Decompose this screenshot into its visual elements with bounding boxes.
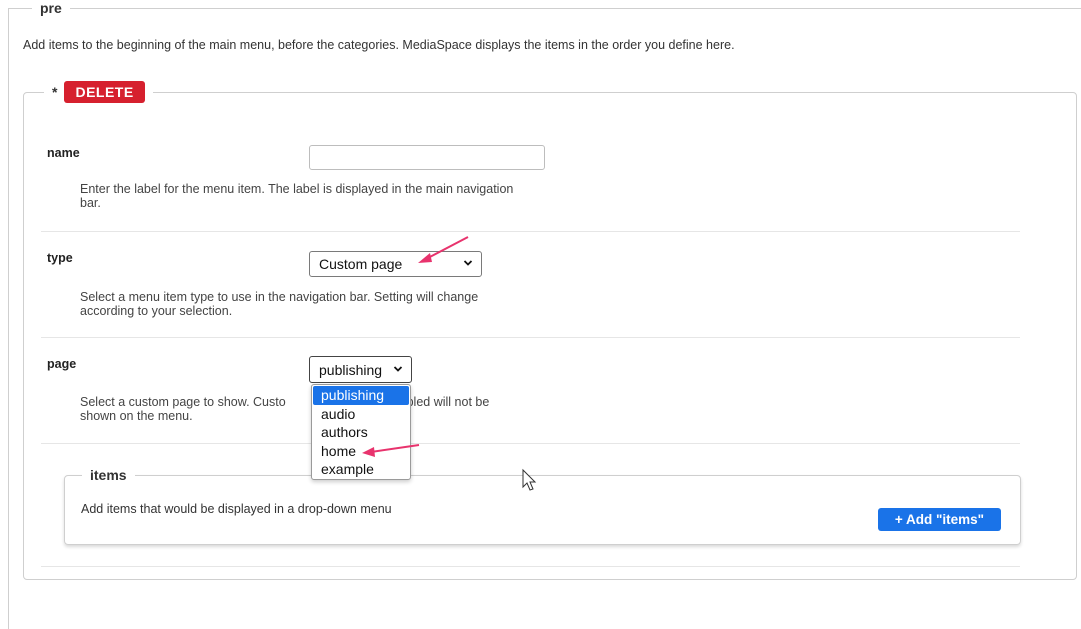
name-help: Enter the label for the menu item. The l… <box>80 182 514 210</box>
delete-button[interactable]: DELETE <box>64 81 145 103</box>
page-option-example[interactable]: example <box>312 460 410 479</box>
page-option-authors[interactable]: authors <box>312 423 410 442</box>
required-marker: * <box>52 84 58 100</box>
page-help-part1: Select a custom page to show. Custo <box>80 395 286 409</box>
page-help-line2: shown on the menu. <box>80 409 193 423</box>
name-input[interactable] <box>309 145 545 170</box>
add-items-button[interactable]: + Add "items" <box>878 508 1001 531</box>
chevron-down-icon <box>393 365 403 372</box>
type-select[interactable]: Custom page <box>309 251 482 277</box>
pre-legend: pre <box>32 0 70 16</box>
divider <box>41 566 1020 567</box>
chevron-down-icon <box>463 260 473 266</box>
items-legend: items <box>82 467 135 483</box>
page-option-audio[interactable]: audio <box>312 405 410 424</box>
page-option-home[interactable]: home <box>312 442 410 461</box>
type-label: type <box>47 251 73 265</box>
page-select-value: publishing <box>319 361 383 378</box>
page-dropdown-list[interactable]: publishing audio authors home example <box>311 384 411 480</box>
page-select[interactable]: publishing <box>309 356 412 383</box>
name-label: name <box>47 146 80 160</box>
divider <box>41 337 1020 338</box>
page-option-publishing[interactable]: publishing <box>313 386 409 405</box>
divider <box>41 231 1020 232</box>
pre-description: Add items to the beginning of the main m… <box>23 38 735 52</box>
divider <box>41 443 1020 444</box>
menu-item-legend: * DELETE <box>44 80 153 104</box>
page-label: page <box>47 357 77 371</box>
page-help: Select a custom page to show. Custo disab… <box>80 395 530 423</box>
type-select-value: Custom page <box>319 256 403 272</box>
type-help: Select a menu item type to use in the na… <box>80 290 479 318</box>
items-description: Add items that would be displayed in a d… <box>81 502 392 516</box>
